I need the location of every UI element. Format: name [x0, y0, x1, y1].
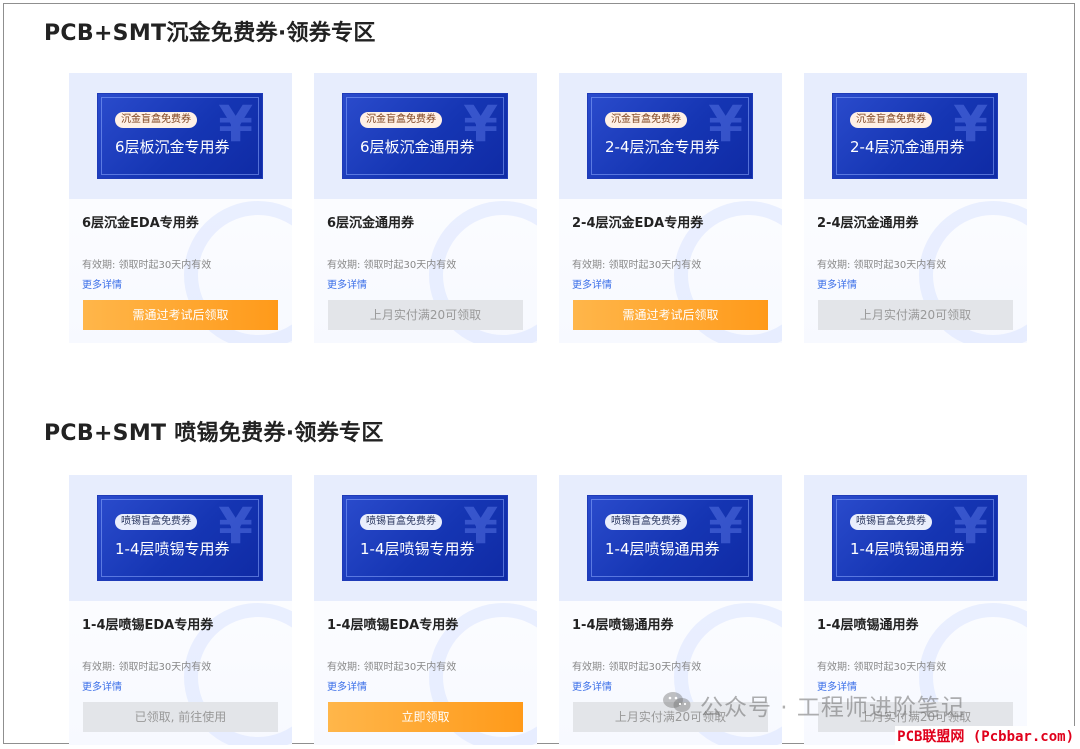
card-banner: ¥ 喷锡盲盒免费券 1-4层喷锡通用券 [559, 475, 782, 745]
more-details-link[interactable]: 更多详情 [572, 678, 612, 693]
coupon-card: ¥ 喷锡盲盒免费券 1-4层喷锡专用券 1-4层喷锡EDA专用券 有效期: 领取… [314, 475, 537, 745]
more-details-link[interactable]: 更多详情 [327, 276, 367, 291]
coupon-card: ¥ 沉金盲盒免费券 6层板沉金专用券 6层沉金EDA专用券 有效期: 领取时起3… [69, 73, 292, 343]
coupon-tag: 沉金盲盒免费券 [115, 112, 197, 128]
more-details-link[interactable]: 更多详情 [572, 276, 612, 291]
claim-button[interactable]: 需通过考试后领取 [83, 300, 278, 330]
card-banner: ¥ 沉金盲盒免费券 6层板沉金专用券 [69, 73, 292, 343]
card-banner: ¥ 沉金盲盒免费券 6层板沉金通用券 [314, 73, 537, 343]
card-name: 6层沉金通用券 [327, 216, 415, 231]
card-name: 2-4层沉金EDA专用券 [572, 216, 704, 231]
wechat-icon [663, 692, 691, 712]
coupon-title: 6层板沉金专用券 [115, 138, 230, 156]
coupon-title: 1-4层喷锡通用券 [605, 540, 720, 558]
claimed-go-use-button[interactable]: 已领取, 前往使用 [83, 702, 278, 732]
more-details-link[interactable]: 更多详情 [82, 276, 122, 291]
claim-now-button[interactable]: 立即领取 [328, 702, 523, 732]
card-name: 2-4层沉金通用券 [817, 216, 919, 231]
coupon-card: ¥ 沉金盲盒免费券 6层板沉金通用券 6层沉金通用券 有效期: 领取时起30天内… [314, 73, 537, 343]
card-banner: ¥ 沉金盲盒免费券 2-4层沉金专用券 [559, 73, 782, 343]
claim-button[interactable]: 需通过考试后领取 [573, 300, 768, 330]
coupon-tag: 沉金盲盒免费券 [850, 112, 932, 128]
coupon-card: ¥ 沉金盲盒免费券 2-4层沉金通用券 2-4层沉金通用券 有效期: 领取时起3… [804, 73, 1027, 343]
coupon-ticket: ¥ 喷锡盲盒免费券 1-4层喷锡专用券 [97, 495, 263, 581]
coupon-title: 1-4层喷锡专用券 [360, 540, 475, 558]
coupon-card: ¥ 喷锡盲盒免费券 1-4层喷锡专用券 1-4层喷锡EDA专用券 有效期: 领取… [69, 475, 292, 745]
coupon-title: 1-4层喷锡通用券 [850, 540, 965, 558]
card-banner: ¥ 喷锡盲盒免费券 1-4层喷锡通用券 [804, 475, 1027, 745]
card-validity: 有效期: 领取时起30天内有效 [572, 662, 702, 673]
card-banner: ¥ 喷锡盲盒免费券 1-4层喷锡专用券 [314, 475, 537, 745]
card-validity: 有效期: 领取时起30天内有效 [327, 662, 457, 673]
coupon-tag: 沉金盲盒免费券 [605, 112, 687, 128]
coupon-ticket: ¥ 喷锡盲盒免费券 1-4层喷锡专用券 [342, 495, 508, 581]
coupon-tag: 喷锡盲盒免费券 [115, 514, 197, 530]
coupon-ticket: ¥ 沉金盲盒免费券 6层板沉金专用券 [97, 93, 263, 179]
card-banner: ¥ 喷锡盲盒免费券 1-4层喷锡专用券 [69, 475, 292, 745]
coupon-tag: 沉金盲盒免费券 [360, 112, 442, 128]
coupon-ticket: ¥ 沉金盲盒免费券 2-4层沉金专用券 [587, 93, 753, 179]
coupon-tag: 喷锡盲盒免费券 [850, 514, 932, 530]
section-title-gold: PCB+SMT沉金免费券·领券专区 [44, 21, 376, 46]
coupon-ticket: ¥ 沉金盲盒免费券 2-4层沉金通用券 [832, 93, 998, 179]
coupon-ticket: ¥ 沉金盲盒免费券 6层板沉金通用券 [342, 93, 508, 179]
more-details-link[interactable]: 更多详情 [82, 678, 122, 693]
more-details-link[interactable]: 更多详情 [817, 276, 857, 291]
watermark-text: 公众号 · 工程师进阶笔记 [700, 695, 965, 721]
coupon-title: 2-4层沉金通用券 [850, 138, 965, 156]
card-name: 1-4层喷锡EDA专用券 [327, 618, 459, 633]
coupon-title: 6层板沉金通用券 [360, 138, 475, 156]
card-validity: 有效期: 领取时起30天内有效 [82, 260, 212, 271]
site-label: PCB联盟网 (Pcbbar.com) [895, 726, 1076, 746]
coupon-title: 2-4层沉金专用券 [605, 138, 720, 156]
coupon-ticket: ¥ 喷锡盲盒免费券 1-4层喷锡通用券 [587, 495, 753, 581]
claim-button-disabled[interactable]: 上月实付满20可领取 [328, 300, 523, 330]
coupon-title: 1-4层喷锡专用券 [115, 540, 230, 558]
card-validity: 有效期: 领取时起30天内有效 [82, 662, 212, 673]
card-name: 1-4层喷锡通用券 [572, 618, 674, 633]
page-frame: PCB+SMT沉金免费券·领券专区 ¥ 沉金盲盒免费券 6层板沉金专用券 6层沉… [3, 3, 1075, 745]
card-validity: 有效期: 领取时起30天内有效 [572, 260, 702, 271]
card-name: 1-4层喷锡通用券 [817, 618, 919, 633]
claim-button-disabled[interactable]: 上月实付满20可领取 [818, 300, 1013, 330]
coupon-tag: 喷锡盲盒免费券 [360, 514, 442, 530]
card-validity: 有效期: 领取时起30天内有效 [817, 662, 947, 673]
coupon-card: ¥ 沉金盲盒免费券 2-4层沉金专用券 2-4层沉金EDA专用券 有效期: 领取… [559, 73, 782, 343]
card-validity: 有效期: 领取时起30天内有效 [327, 260, 457, 271]
card-banner: ¥ 沉金盲盒免费券 2-4层沉金通用券 [804, 73, 1027, 343]
coupon-tag: 喷锡盲盒免费券 [605, 514, 687, 530]
more-details-link[interactable]: 更多详情 [327, 678, 367, 693]
card-name: 1-4层喷锡EDA专用券 [82, 618, 214, 633]
coupon-ticket: ¥ 喷锡盲盒免费券 1-4层喷锡通用券 [832, 495, 998, 581]
section-title-tin: PCB+SMT 喷锡免费券·领券专区 [44, 421, 384, 446]
card-validity: 有效期: 领取时起30天内有效 [817, 260, 947, 271]
card-name: 6层沉金EDA专用券 [82, 216, 199, 231]
